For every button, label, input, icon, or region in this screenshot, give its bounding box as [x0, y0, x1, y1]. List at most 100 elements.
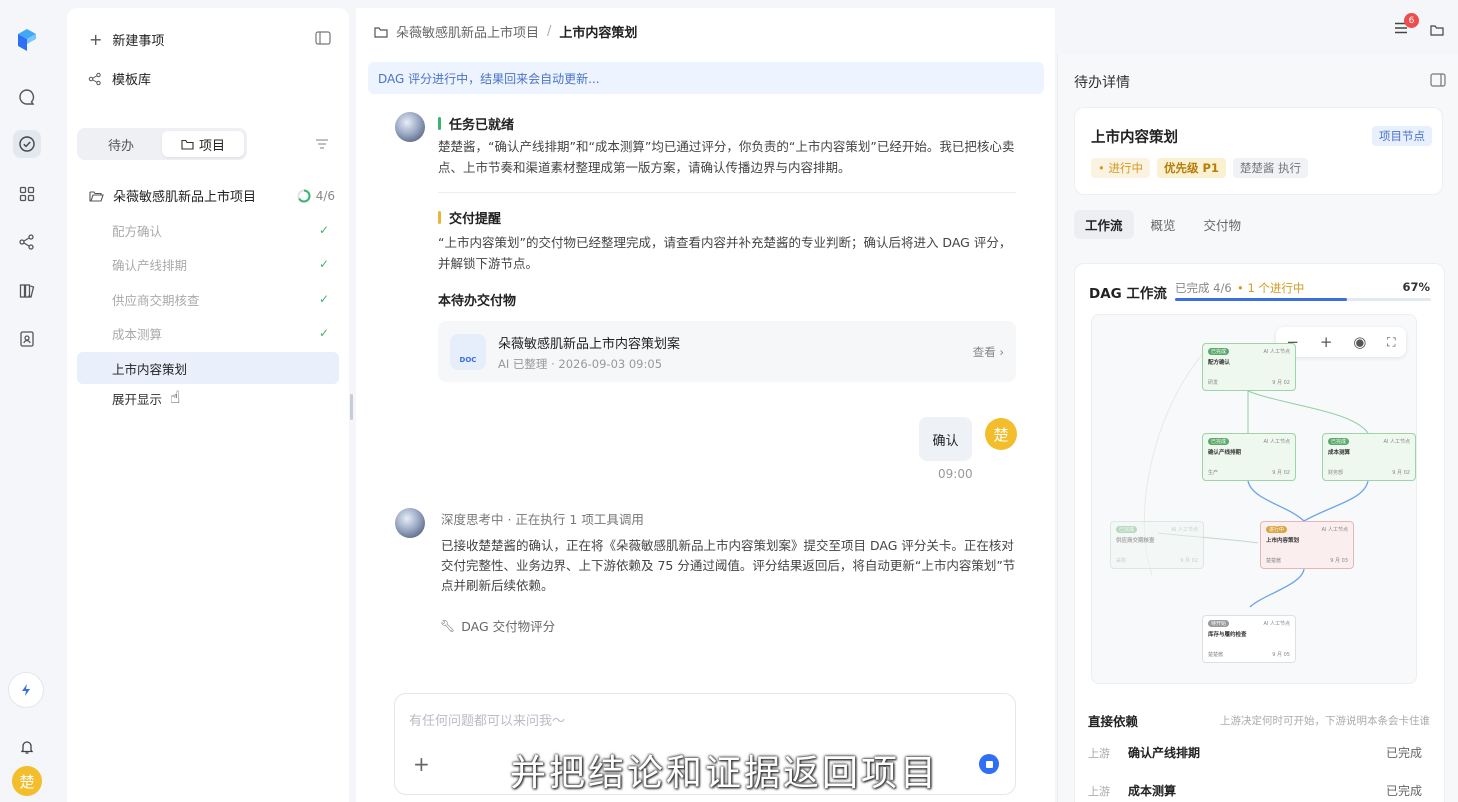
- status-banner: DAG 评分进行中，结果回来会自动更新...: [368, 62, 1044, 94]
- check-icon: ✓: [318, 292, 329, 306]
- priority-badge: 优先级 P1: [1156, 158, 1226, 178]
- user-avatar: 楚: [985, 418, 1017, 450]
- collapse-panel-icon[interactable]: [1430, 73, 1446, 91]
- task-ready-heading: 任务已就绪: [438, 114, 514, 133]
- doc-file-icon: DOC: [450, 334, 486, 370]
- project-sidebar: + 新建事项 模板库 待办 项目 朵薇敏感肌新品上市项目 4/6 配方确认 ✓ …: [67, 8, 349, 802]
- task-summary-card: 上市内容策划 项目节点 • 进行中 优先级 P1 楚楚酱 执行: [1074, 107, 1443, 195]
- template-library-button[interactable]: 模板库: [88, 69, 151, 88]
- template-library-label: 模板库: [112, 73, 152, 88]
- quick-action-bolt-icon[interactable]: [8, 672, 44, 708]
- deliverable-card[interactable]: DOC 朵薇敏感肌新品上市内容策划案 AI 已整理 · 2026-09-03 0…: [438, 321, 1016, 382]
- segment-todo[interactable]: 待办: [80, 131, 162, 157]
- divider: [438, 192, 1016, 193]
- task-item-content-plan[interactable]: 上市内容策划: [77, 352, 339, 384]
- dag-node[interactable]: 已完成 AI 人工节点 供应商交期核查 采购 9 月 02: [1110, 521, 1204, 569]
- task-item-supplier[interactable]: 供应商交期核查 ✓: [77, 283, 339, 315]
- tab-deliverables[interactable]: 交付物: [1193, 210, 1253, 239]
- attach-plus-button[interactable]: +: [413, 752, 430, 776]
- doc-view-link[interactable]: 查看 ›: [973, 344, 1004, 360]
- doc-meta: AI 已整理 · 2026-09-03 09:05: [498, 357, 663, 371]
- wrench-icon: 🔧︎: [440, 618, 456, 633]
- contacts-icon[interactable]: [13, 325, 41, 353]
- new-item-label: 新建事项: [112, 34, 165, 49]
- tab-workflow[interactable]: 工作流: [1074, 210, 1134, 239]
- task-item-line-schedule[interactable]: 确认产线排期 ✓: [77, 248, 339, 280]
- check-icon: ✓: [318, 326, 329, 340]
- delivery-reminder-text: “上市内容策划”的交付物已经整理完成，请查看内容并补充楚酱的专业判断；确认后将进…: [438, 235, 1012, 271]
- dependency-row[interactable]: 上游 确认产线排期 已完成: [1088, 744, 1422, 761]
- node-tag-badge: 项目节点: [1372, 126, 1432, 146]
- apps-grid-icon[interactable]: [13, 180, 41, 208]
- breadcrumb-current: 上市内容策划: [559, 26, 638, 41]
- library-icon[interactable]: [13, 277, 41, 305]
- stop-generation-button[interactable]: [979, 754, 999, 774]
- chat-input[interactable]: 有任何问题都可以来问我～: [409, 710, 565, 729]
- task-label: 供应商交期核查: [112, 292, 200, 308]
- segment-project[interactable]: 项目: [162, 131, 244, 157]
- todo-icon[interactable]: [13, 130, 41, 158]
- project-count: 4/6: [315, 188, 335, 203]
- dag-running-count: • 1 个进行中: [1237, 281, 1305, 295]
- eye-icon[interactable]: ◉: [1353, 333, 1366, 351]
- task-name: 上市内容策划: [1091, 130, 1178, 146]
- tool-call-label: DAG 交付物评分: [461, 619, 556, 634]
- folder-icon: [374, 26, 388, 38]
- dag-node-current[interactable]: 进行中 AI 人工节点 上市内容策划 楚楚酱 9 月 03: [1260, 521, 1354, 569]
- expand-more-button[interactable]: 展开显示 ☝: [77, 382, 339, 414]
- delivery-reminder-heading: 交付提醒: [438, 208, 501, 227]
- folder-open-icon: [89, 190, 104, 202]
- assistant-avatar: [395, 508, 425, 538]
- task-item-formula[interactable]: 配方确认 ✓: [77, 214, 339, 246]
- thinking-status: 深度思考中 · 正在执行 1 项工具调用: [441, 512, 644, 527]
- breadcrumb-separator: /: [547, 24, 552, 39]
- dag-node[interactable]: 已完成 AI 人工节点 配方确认 研发 9 月 02: [1202, 343, 1296, 391]
- deliverables-heading: 本待办交付物: [438, 294, 517, 309]
- doc-name: 朵薇敏感肌新品上市内容策划案: [498, 337, 681, 352]
- expand-label: 展开显示: [112, 391, 163, 407]
- check-icon: ✓: [318, 223, 329, 237]
- folder-icon[interactable]: [1430, 24, 1444, 36]
- breadcrumb-project[interactable]: 朵薇敏感肌新品上市项目: [396, 22, 539, 41]
- breadcrumb: 朵薇敏感肌新品上市项目 / 上市内容策划: [374, 22, 637, 41]
- fullscreen-icon[interactable]: ⛶: [1387, 335, 1395, 350]
- project-name: 朵薇敏感肌新品上市项目: [113, 190, 257, 205]
- assistant-avatar: [395, 112, 425, 142]
- task-label: 上市内容策划: [112, 361, 188, 377]
- dag-node[interactable]: 已完成 AI 人工节点 成本测算 财务部 9 月 02: [1322, 433, 1416, 481]
- user-message-bubble: 确认: [919, 417, 972, 461]
- task-label: 成本测算: [112, 326, 163, 342]
- tool-call-chip[interactable]: 🔧︎ DAG 交付物评分: [440, 616, 555, 635]
- detail-tabs: 工作流 概览 交付物: [1074, 210, 1252, 239]
- new-item-button[interactable]: + 新建事项: [89, 30, 164, 49]
- collapse-sidebar-icon[interactable]: [315, 31, 331, 49]
- filter-icon[interactable]: [315, 138, 329, 154]
- dependency-row[interactable]: 上游 成本测算 已完成: [1088, 782, 1422, 799]
- dag-percent: 67%: [1402, 280, 1430, 294]
- user-avatar[interactable]: 楚: [12, 766, 42, 796]
- zoom-in-icon[interactable]: +: [1320, 333, 1333, 351]
- app-logo-icon[interactable]: [14, 26, 40, 54]
- template-share-icon: [88, 72, 101, 85]
- hand-cursor-icon: ☝: [170, 388, 181, 408]
- video-subtitle: 并把结论和证据返回项目: [510, 753, 940, 794]
- icon-rail: 楚: [0, 0, 54, 802]
- todo-list-button[interactable]: 6: [1394, 13, 1419, 38]
- executor-badge: 楚楚酱 执行: [1232, 158, 1309, 178]
- project-row[interactable]: 朵薇敏感肌新品上市项目 4/6: [89, 186, 335, 205]
- user-message-time: 09:00: [938, 467, 973, 481]
- task-label: 配方确认: [112, 223, 163, 239]
- chat-icon[interactable]: [13, 83, 41, 111]
- dag-canvas[interactable]: − + ◉ ⛶ 已完成 AI 人工节点 配方确认 研发 9 月 02 已完成 AI 人…: [1091, 314, 1417, 684]
- detail-title: 待办详情: [1074, 75, 1130, 91]
- chat-panel: 朵薇敏感肌新品上市项目 / 上市内容策划 DAG 评分进行中，结果回来会自动更新…: [356, 8, 1055, 802]
- dag-node[interactable]: 待开始 AI 人工节点 库存与履约检查 楚楚酱 9 月 05: [1202, 615, 1296, 663]
- panel-resize-handle[interactable]: [350, 394, 353, 420]
- dag-progress-bar: [1175, 298, 1431, 301]
- dag-title: DAG 工作流: [1089, 286, 1167, 302]
- bell-icon[interactable]: [13, 733, 41, 761]
- dag-node[interactable]: 已完成 AI 人工节点 确认产线排期 生产 9 月 02: [1202, 433, 1296, 481]
- tab-overview[interactable]: 概览: [1140, 210, 1187, 239]
- task-item-cost[interactable]: 成本测算 ✓: [77, 317, 339, 349]
- share-nodes-icon[interactable]: [13, 228, 41, 256]
